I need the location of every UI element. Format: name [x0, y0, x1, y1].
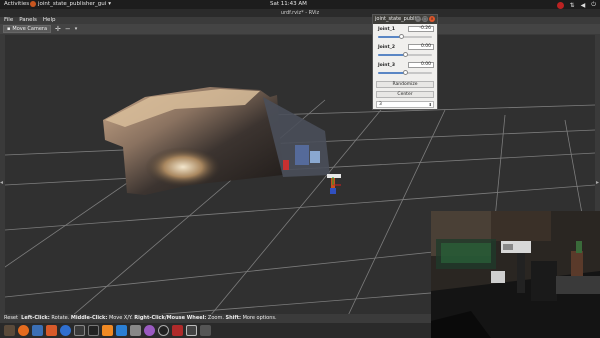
status-left-click-val: Rotate.: [51, 315, 70, 321]
status-right-click-val: Zoom.: [207, 315, 224, 321]
move-camera-button[interactable]: ▪ Move Camera: [3, 25, 52, 33]
menu-help[interactable]: Help: [43, 17, 56, 24]
obs-icon[interactable]: [158, 325, 169, 336]
joint-row: Joint_2 0.00: [376, 44, 434, 60]
close-icon[interactable]: ×: [429, 16, 435, 22]
terminal-icon[interactable]: [88, 325, 99, 336]
joint-state-publisher-window: joint_state_publis... – □ × Joint_1 -0.2…: [372, 14, 438, 110]
chevron-down-icon: ▾: [108, 1, 112, 7]
right-panel-handle[interactable]: ▸: [596, 179, 600, 189]
joint-slider[interactable]: [378, 52, 432, 57]
status-shift-val: More options.: [242, 315, 277, 321]
joint-row: Joint_1 -0.26: [376, 26, 434, 42]
activities-button[interactable]: Activities: [4, 1, 29, 7]
joint-slider-fill: [378, 36, 401, 38]
chrome-icon[interactable]: [144, 325, 155, 336]
camera-icon: ▪: [7, 26, 11, 32]
status-middle-click-val: Move X/Y.: [108, 315, 133, 321]
files-icon[interactable]: [4, 325, 15, 336]
sublime-icon[interactable]: [102, 325, 113, 336]
joint-value-field[interactable]: 0.00: [408, 44, 434, 50]
minus-icon[interactable]: −: [65, 25, 71, 33]
menu-file[interactable]: File: [4, 17, 13, 24]
ubuntu-top-bar: Activities joint_state_publisher_gui ▾ S…: [0, 0, 600, 9]
move-camera-label: Move Camera: [12, 26, 48, 32]
joint-count-select[interactable]: 3 ⬍: [376, 101, 434, 108]
joint-slider[interactable]: [378, 34, 432, 39]
joint-value-field[interactable]: -0.26: [408, 26, 434, 32]
joint-name: Joint_3: [378, 63, 396, 68]
joint-count-value: 3: [379, 102, 382, 107]
network-icon[interactable]: ⇅: [570, 2, 575, 9]
ubuntu-update-icon[interactable]: [556, 1, 564, 9]
rviz-toolbar: ▪ Move Camera ✛ − ▾: [0, 24, 600, 34]
mail-icon[interactable]: [32, 325, 43, 336]
clock[interactable]: Sat 11:43 AM: [270, 1, 307, 7]
gear-icon: [30, 1, 36, 7]
screenshot-icon[interactable]: [172, 325, 183, 336]
joint-slider-fill: [378, 54, 405, 56]
joint-slider[interactable]: [378, 70, 432, 75]
joint-slider-handle[interactable]: [403, 52, 408, 57]
code-icon[interactable]: [74, 325, 85, 336]
status-right-click-key: Right-Click/Mouse Wheel:: [134, 315, 207, 321]
joint-row: Joint_3 0.00: [376, 62, 434, 78]
help-icon[interactable]: [60, 325, 71, 336]
system-icon[interactable]: [130, 325, 141, 336]
point-cloud: [103, 87, 330, 195]
joint-slider-fill: [378, 72, 405, 74]
minimize-icon[interactable]: –: [415, 16, 421, 22]
status-left-click-key: Left-Click:: [21, 315, 50, 321]
vscode-icon[interactable]: [116, 325, 127, 336]
joint-name: Joint_1: [378, 27, 396, 32]
rviz-icon[interactable]: [186, 325, 197, 336]
taskbar-dock: [0, 323, 431, 338]
webcam-image: [431, 211, 600, 338]
joint-slider-handle[interactable]: [398, 34, 404, 39]
maximize-icon[interactable]: □: [422, 16, 428, 22]
dropdown-icon[interactable]: ▾: [75, 25, 78, 33]
left-panel-handle[interactable]: ◂: [0, 179, 4, 189]
webcam-overlay: [431, 211, 600, 338]
apps-grid-icon[interactable]: [200, 325, 211, 336]
menu-panels[interactable]: Panels: [19, 17, 37, 24]
jsp-titlebar[interactable]: joint_state_publis... – □ ×: [373, 15, 437, 24]
move-icon[interactable]: ✛: [55, 25, 61, 33]
reset-button[interactable]: Reset: [4, 315, 18, 321]
firefox-icon[interactable]: [18, 325, 29, 336]
app-menu-label: joint_state_publisher_gui: [38, 1, 107, 7]
robot-model: [327, 174, 341, 194]
power-icon[interactable]: ⏻: [591, 1, 596, 9]
rviz-menubar: File Panels Help: [0, 17, 600, 24]
joint-name: Joint_2: [378, 45, 396, 50]
software-icon[interactable]: [46, 325, 57, 336]
spin-arrows-icon: ⬍: [428, 102, 432, 107]
rviz-title: urdf.rviz* - RViz: [0, 9, 600, 17]
volume-icon[interactable]: ◀: [581, 2, 586, 9]
status-shift-key: Shift:: [225, 315, 241, 321]
joint-value-field[interactable]: 0.00: [408, 62, 434, 68]
system-tray[interactable]: ⇅ ◀ ⏻: [556, 1, 596, 9]
status-middle-click-key: Middle-Click:: [70, 315, 108, 321]
joint-slider-handle[interactable]: [403, 70, 408, 75]
app-menu[interactable]: joint_state_publisher_gui ▾: [30, 1, 111, 7]
randomize-button[interactable]: Randomize: [376, 81, 434, 88]
center-button[interactable]: Center: [376, 91, 434, 98]
